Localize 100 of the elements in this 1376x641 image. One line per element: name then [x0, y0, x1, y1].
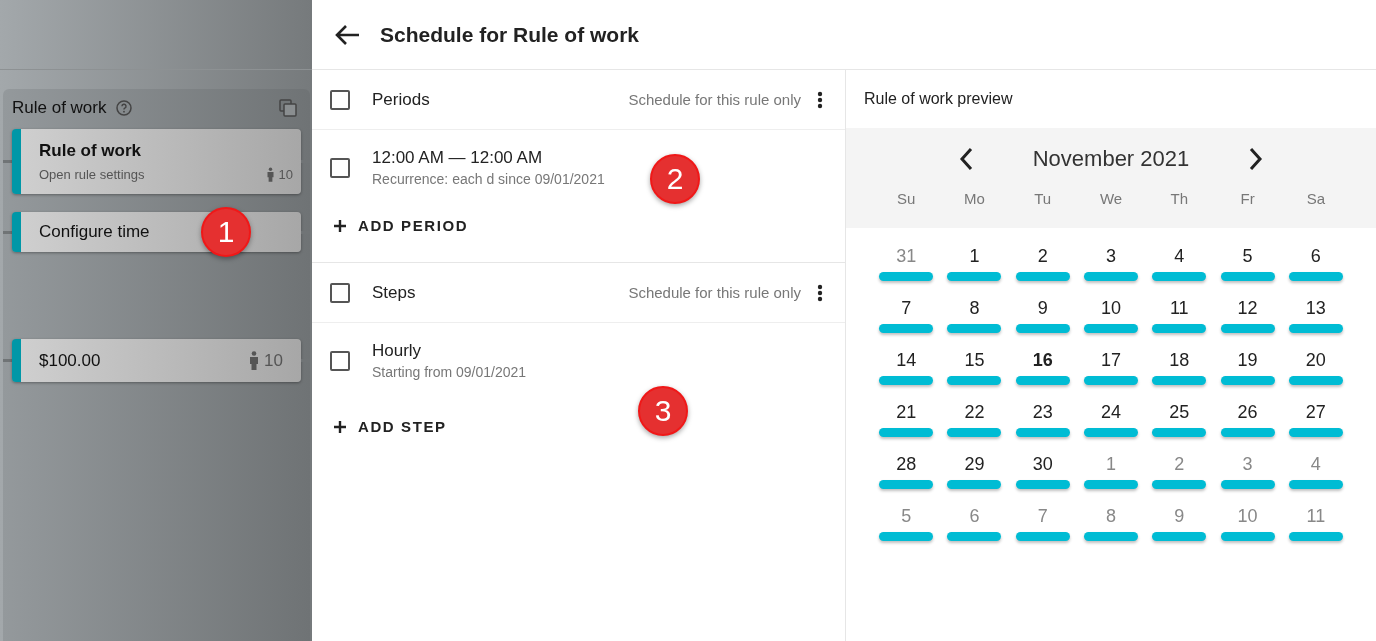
section-title: Steps — [372, 282, 416, 303]
day-number[interactable]: 4 — [1310, 454, 1321, 475]
day-number[interactable]: 14 — [896, 350, 917, 371]
weekday-label: Su — [895, 190, 917, 207]
schedule-bar — [1015, 324, 1070, 333]
day-number[interactable]: 22 — [964, 402, 985, 423]
card-title: $100.00 — [39, 350, 101, 371]
schedule-bar — [1220, 324, 1275, 333]
rule-card[interactable]: Rule of work Open rule settings 10 — [12, 129, 301, 194]
day-number[interactable]: 10 — [1100, 298, 1121, 319]
day-number[interactable]: 18 — [1169, 350, 1190, 371]
day-number[interactable]: 20 — [1305, 350, 1326, 371]
day-number[interactable]: 12 — [1237, 298, 1258, 319]
person-count: 10 — [264, 350, 283, 371]
day-number[interactable]: 26 — [1237, 402, 1258, 423]
day-number[interactable]: 28 — [896, 454, 917, 475]
person-icon — [265, 167, 275, 182]
schedule-bar — [1084, 428, 1138, 437]
day-number[interactable]: 10 — [1237, 506, 1258, 527]
day-number[interactable]: 23 — [1032, 402, 1053, 423]
add-button[interactable]: ADD PERIOD — [334, 217, 469, 234]
card-title: Rule of work — [39, 141, 141, 161]
day-number[interactable]: 6 — [969, 506, 980, 527]
day-number[interactable]: 5 — [901, 506, 912, 527]
day-number[interactable]: 24 — [1100, 402, 1121, 423]
schedule-bar — [947, 532, 1002, 541]
schedule-bar — [947, 324, 1002, 333]
weekday-label: Th — [1169, 190, 1190, 207]
schedule-bar — [1152, 324, 1207, 333]
plus-icon — [334, 420, 346, 433]
plus-icon — [334, 219, 346, 232]
day-number[interactable]: 7 — [1037, 506, 1048, 527]
schedule-bar — [1220, 480, 1275, 489]
schedule-bar — [1220, 532, 1275, 541]
day-number[interactable]: 17 — [1100, 350, 1121, 371]
group-title: Rule of work — [12, 98, 107, 118]
schedule-bar — [1288, 272, 1343, 281]
day-number[interactable]: 1 — [969, 246, 980, 267]
schedule-bar — [1084, 324, 1138, 333]
day-number[interactable]: 7 — [901, 298, 912, 319]
weekday-label: Fr — [1239, 190, 1256, 207]
schedule-bar — [1288, 532, 1343, 541]
day-number[interactable]: 25 — [1169, 402, 1190, 423]
day-number[interactable]: 11 — [1169, 298, 1189, 319]
day-number[interactable]: 4 — [1174, 246, 1185, 267]
schedule-bar — [947, 428, 1002, 437]
day-number[interactable]: 6 — [1310, 246, 1321, 267]
day-number[interactable]: 31 — [896, 246, 917, 267]
weekday-label: Mo — [963, 190, 986, 207]
schedule-bar — [1288, 324, 1343, 333]
checkbox[interactable] — [330, 157, 350, 178]
day-number[interactable]: 2 — [1174, 454, 1185, 475]
day-number[interactable]: 5 — [1242, 246, 1253, 267]
day-number[interactable]: 9 — [1037, 298, 1048, 319]
card-title: Configure time — [39, 222, 150, 242]
schedule-bar — [1084, 532, 1138, 541]
item-title: Hourly — [372, 341, 423, 361]
day-number[interactable]: 16 — [1032, 350, 1053, 371]
schedule-bar — [1152, 532, 1207, 541]
schedule-bar — [879, 272, 934, 281]
item-title: 12:00 AM — 12:00 AM — [372, 148, 544, 168]
preview-title: Rule of work preview — [863, 89, 1014, 109]
day-number[interactable]: 3 — [1242, 454, 1253, 475]
day-number[interactable]: 9 — [1174, 506, 1185, 527]
day-number[interactable]: 21 — [896, 402, 917, 423]
day-number[interactable]: 1 — [1106, 454, 1116, 475]
schedule-bar — [879, 376, 934, 385]
schedule-bar — [1152, 480, 1207, 489]
day-number[interactable]: 13 — [1305, 298, 1326, 319]
day-number[interactable]: 27 — [1305, 402, 1326, 423]
schedule-bar — [879, 480, 934, 489]
schedule-bar — [1152, 272, 1207, 281]
day-number[interactable]: 19 — [1237, 350, 1258, 371]
month-title: November 2021 — [1032, 146, 1190, 172]
day-number[interactable]: 8 — [969, 298, 980, 319]
schedule-bar — [1084, 272, 1138, 281]
day-number[interactable]: 15 — [964, 350, 985, 371]
schedule-bar — [1084, 376, 1138, 385]
checkbox[interactable] — [330, 282, 350, 303]
rule-card[interactable]: $100.00 10 — [12, 339, 301, 382]
checkbox[interactable] — [330, 350, 350, 371]
schedule-bar — [1288, 376, 1343, 385]
schedule-bar — [1220, 272, 1275, 281]
day-number[interactable]: 2 — [1037, 246, 1048, 267]
person-count: 10 — [278, 167, 293, 182]
day-number[interactable]: 8 — [1106, 506, 1116, 527]
day-number[interactable]: 29 — [964, 454, 985, 475]
day-number[interactable]: 11 — [1306, 506, 1326, 527]
schedule-bar — [1084, 480, 1138, 489]
day-number[interactable]: 3 — [1106, 246, 1116, 267]
schedule-note: Schedule for this rule only — [628, 91, 801, 108]
schedule-bar — [1288, 428, 1343, 437]
schedule-bar — [947, 272, 1002, 281]
add-button[interactable]: ADD STEP — [334, 418, 447, 435]
schedule-bar — [879, 428, 934, 437]
item-subtitle: Recurrence: each d since 09/01/2021 — [372, 171, 605, 187]
schedule-bar — [1220, 376, 1275, 385]
card-subtitle: Open rule settings — [39, 167, 145, 182]
day-number[interactable]: 30 — [1032, 454, 1053, 475]
checkbox[interactable] — [330, 89, 350, 110]
